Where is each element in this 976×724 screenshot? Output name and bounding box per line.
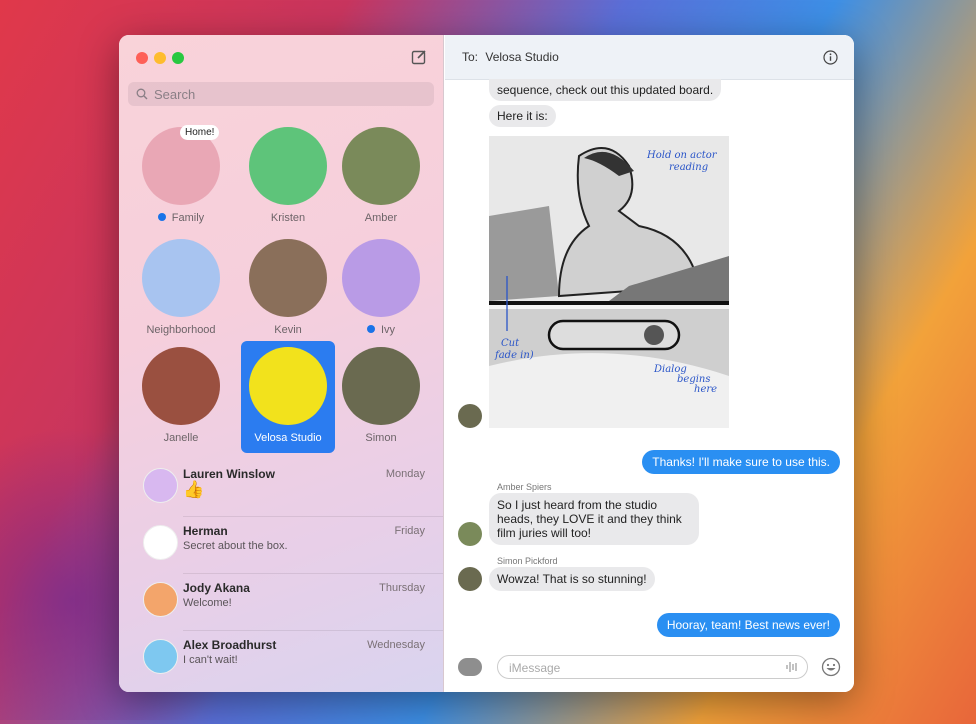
- pinned-name: Neighborhood: [146, 324, 216, 336]
- pinned-conversation[interactable]: Simon: [334, 341, 428, 453]
- pinned-conversation[interactable]: Family Home!: [134, 121, 228, 233]
- sketch-note: here: [694, 384, 717, 395]
- sketch-note: fade in): [494, 350, 534, 361]
- pinned-label: Ivy: [334, 324, 428, 336]
- message-preview: Welcome!: [183, 597, 232, 609]
- pinned-name: Ivy: [380, 324, 396, 336]
- pinned-conversation[interactable]: Janelle: [134, 341, 228, 453]
- avatar: [342, 127, 420, 205]
- message-input[interactable]: iMessage: [497, 655, 808, 679]
- sketch-note: reading: [669, 162, 708, 173]
- pinned-name: Kristen: [270, 212, 306, 224]
- messages-window: Search Family Home! Kristen Amber Neighbo…: [119, 35, 854, 692]
- contact-name: Jody Akana: [183, 581, 250, 595]
- message-preview: 👍: [183, 480, 205, 499]
- pinned-name: Janelle: [163, 432, 199, 444]
- pinned-conversation[interactable]: Ivy: [334, 233, 428, 345]
- message-bubble: So I just heard from the studio heads, t…: [489, 493, 699, 545]
- avatar: [249, 239, 327, 317]
- search-input[interactable]: Search: [128, 82, 434, 106]
- pinned-name: Amber: [364, 212, 398, 224]
- compose-icon[interactable]: [411, 49, 427, 65]
- message-preview: I can't wait!: [183, 654, 238, 666]
- contact-name: Alex Broadhurst: [183, 638, 277, 652]
- pinned-conversation[interactable]: Velosa Studio: [241, 341, 335, 453]
- sender-avatar: [458, 567, 482, 591]
- sender-avatar: [458, 522, 482, 546]
- avatar: [143, 468, 178, 503]
- conversation-date: Wednesday: [367, 639, 425, 651]
- storyboard-image[interactable]: Hold on actor reading Cut fade in) Dialo…: [489, 136, 729, 428]
- sketch-note: Hold on actor: [646, 150, 718, 161]
- emoji-icon[interactable]: [821, 657, 841, 677]
- conversation-date: Friday: [394, 525, 425, 537]
- pinned-label: Simon: [334, 432, 428, 444]
- pinned-label: Amber: [334, 212, 428, 224]
- avatar: [249, 347, 327, 425]
- pinned-name: Family: [171, 212, 205, 224]
- message-bubble: Thanks! I'll make sure to use this.: [642, 450, 840, 474]
- message-preview: Secret about the box.: [183, 540, 288, 552]
- pinned-label: Janelle: [134, 432, 228, 444]
- typing-bubble: Home!: [180, 125, 220, 140]
- pinned-conversation[interactable]: Amber: [334, 121, 428, 233]
- search-icon: [136, 88, 148, 100]
- pinned-name: Simon: [365, 432, 397, 444]
- avatar: [249, 127, 327, 205]
- pinned-name: Kevin: [274, 324, 302, 336]
- unread-dot: [366, 325, 375, 333]
- avatar: [142, 239, 220, 317]
- info-icon[interactable]: [823, 50, 838, 65]
- to-label: To:: [462, 50, 479, 64]
- audio-waveform-icon[interactable]: [785, 660, 799, 674]
- pinned-conversation[interactable]: Kristen: [241, 121, 335, 233]
- input-placeholder: iMessage: [509, 661, 561, 675]
- pinned-label: Family: [134, 212, 228, 224]
- pinned-conversation[interactable]: Kevin: [241, 233, 335, 345]
- pinned-label: Velosa Studio: [241, 432, 335, 444]
- sender-name: Simon Pickford: [497, 556, 558, 566]
- conversation-row[interactable]: Jody Akana Thursday Welcome!: [119, 574, 443, 631]
- conversation-date: Monday: [385, 468, 425, 480]
- recipient-name[interactable]: Velosa Studio: [485, 50, 558, 64]
- conversation-row[interactable]: Herman Friday Secret about the box.: [119, 517, 443, 574]
- zoom-button[interactable]: [172, 52, 184, 64]
- avatar: [342, 347, 420, 425]
- conversation-row[interactable]: Lauren Winslow Monday 👍: [119, 460, 443, 517]
- message-bubble: Here it is:: [489, 105, 556, 127]
- conversation-pane: To: Velosa Studio sequence, check out th…: [445, 35, 854, 692]
- pinned-label: Kristen: [241, 212, 335, 224]
- contact-name: Lauren Winslow: [183, 467, 275, 481]
- chat-header: To: Velosa Studio: [445, 35, 854, 80]
- message-bubble: Hooray, team! Best news ever!: [656, 613, 840, 637]
- avatar: [143, 639, 178, 674]
- sketch-note: Cut: [501, 338, 520, 349]
- message-bubble: sequence, check out this updated board.: [489, 79, 722, 101]
- avatar: [143, 582, 178, 617]
- pinned-conversation[interactable]: Neighborhood: [134, 233, 228, 345]
- conversation-row[interactable]: Alex Broadhurst Wednesday I can't wait!: [119, 631, 443, 688]
- search-placeholder: Search: [154, 86, 196, 102]
- avatar: [143, 525, 178, 560]
- pinned-label: Kevin: [241, 324, 335, 336]
- conversation-date: Thursday: [379, 582, 425, 594]
- app-store-icon[interactable]: [458, 658, 482, 676]
- sidebar: Search Family Home! Kristen Amber Neighbo…: [119, 35, 444, 692]
- close-button[interactable]: [136, 52, 148, 64]
- unread-dot: [157, 213, 166, 221]
- pinned-label: Neighborhood: [134, 324, 228, 336]
- minimize-button[interactable]: [154, 52, 166, 64]
- contact-name: Herman: [183, 524, 228, 538]
- message-bubble: Wowza! That is so stunning!: [489, 567, 655, 591]
- pinned-name: Velosa Studio: [254, 432, 322, 444]
- avatar: [342, 239, 420, 317]
- sender-avatar: [458, 404, 482, 428]
- sender-name: Amber Spiers: [497, 482, 552, 492]
- avatar: [142, 347, 220, 425]
